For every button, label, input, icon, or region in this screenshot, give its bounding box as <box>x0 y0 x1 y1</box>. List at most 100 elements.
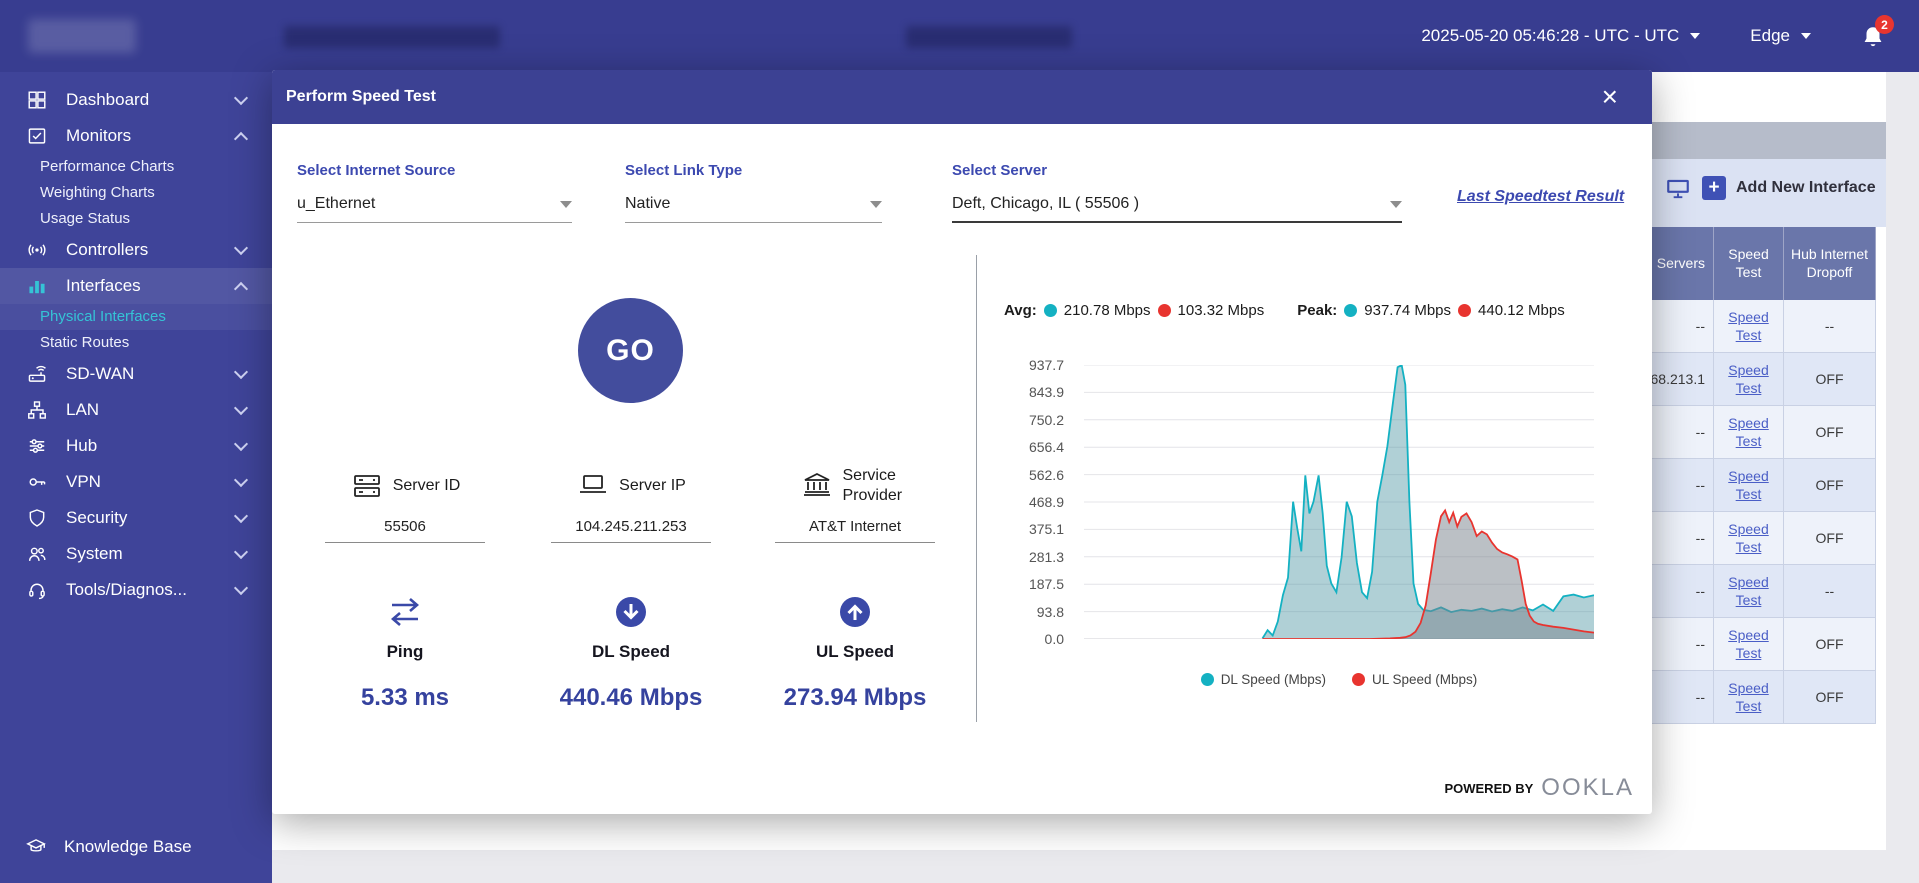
sidebar-item-monitors[interactable]: Monitors <box>0 118 272 154</box>
chevron-down-icon <box>234 241 248 255</box>
sidebar-item-static-routes[interactable]: Static Routes <box>0 330 272 356</box>
legend-ul: UL Speed (Mbps) <box>1352 672 1477 687</box>
dl-speed-block: DL Speed 440.46 Mbps <box>536 594 726 712</box>
speed-test-link[interactable]: Speed Test <box>1714 573 1783 609</box>
speed-test-link[interactable]: Speed Test <box>1714 520 1783 556</box>
internet-source-select-group: Select Internet Source u_Ethernet <box>297 162 572 223</box>
server-icon <box>350 471 384 501</box>
avg-ul-value: 103.32 Mbps <box>1178 302 1265 319</box>
sidebar-item-physical-interfaces[interactable]: Physical Interfaces <box>0 304 272 330</box>
sidebar-item-tools-diagnostics[interactable]: Tools/Diagnos... <box>0 572 272 608</box>
chevron-down-icon <box>234 437 248 451</box>
peak-label: Peak: <box>1297 302 1337 319</box>
dashboard-icon <box>26 90 48 110</box>
close-icon[interactable]: × <box>1602 83 1618 111</box>
plus-icon: + <box>1708 177 1719 199</box>
sidebar-item-controllers[interactable]: Controllers <box>0 232 272 268</box>
sidebar-item-security[interactable]: Security <box>0 500 272 536</box>
speed-test-link[interactable]: Speed Test <box>1714 626 1783 662</box>
chart-y-axis: 937.7843.9750.2656.4562.6468.9375.1281.3… <box>998 365 1074 639</box>
app-root: + Add New Interface Servers Speed Test H… <box>0 0 1919 883</box>
add-new-interface-label[interactable]: Add New Interface <box>1736 179 1876 197</box>
legend-dl: DL Speed (Mbps) <box>1201 672 1326 687</box>
upload-icon <box>835 594 875 630</box>
dl-speed-label: DL Speed <box>536 642 726 662</box>
chevron-down-icon <box>234 509 248 523</box>
chevron-up-icon <box>234 131 248 145</box>
sidebar-item-dashboard[interactable]: Dashboard <box>0 82 272 118</box>
hub-dropoff-cell: OFF <box>1784 512 1876 565</box>
speed-test-modal: Perform Speed Test × Select Internet Sou… <box>272 70 1652 814</box>
chevron-down-icon <box>234 91 248 105</box>
speed-chart <box>1084 365 1594 639</box>
chevron-down-icon <box>1801 33 1811 39</box>
timezone-selector[interactable]: 2025-05-20 05:46:28 - UTC - UTC <box>1421 26 1700 46</box>
chevron-down-icon <box>234 473 248 487</box>
go-button[interactable]: GO <box>578 298 683 403</box>
ping-label: Ping <box>310 642 500 662</box>
avg-label: Avg: <box>1004 302 1037 319</box>
sidebar-item-hub[interactable]: Hub <box>0 428 272 464</box>
vertical-divider <box>976 255 977 722</box>
ping-value: 5.33 ms <box>310 684 500 712</box>
speed-test-link[interactable]: Speed Test <box>1714 467 1783 503</box>
service-provider-block: Service Provider AT&T Internet <box>760 464 950 543</box>
speed-test-link[interactable]: Speed Test <box>1714 308 1783 344</box>
chevron-down-icon <box>234 365 248 379</box>
sidebar-item-sd-wan[interactable]: SD-WAN <box>0 356 272 392</box>
redacted-text-2 <box>906 26 1072 48</box>
app-logo <box>28 19 136 53</box>
speed-test-link[interactable]: Speed Test <box>1714 414 1783 450</box>
link-type-select[interactable]: Native <box>625 195 882 223</box>
ping-block: Ping 5.33 ms <box>310 594 500 712</box>
headset-icon <box>26 580 48 600</box>
server-ip-block: Server IP 104.245.211.253 <box>536 464 726 543</box>
dl-speed-value: 440.46 Mbps <box>536 684 726 712</box>
sidebar-item-system[interactable]: System <box>0 536 272 572</box>
chevron-down-icon <box>1690 33 1700 39</box>
users-icon <box>26 544 48 564</box>
hub-dropoff-cell: OFF <box>1784 406 1876 459</box>
select-label: Select Server <box>952 162 1402 179</box>
timestamp-text: 2025-05-20 05:46:28 - UTC - UTC <box>1421 26 1679 46</box>
powered-by-label: POWERED BY <box>1444 781 1533 796</box>
knowledge-base-icon <box>26 837 46 857</box>
service-provider-label: Service Provider <box>843 466 911 506</box>
sd-wan-icon <box>26 364 48 384</box>
top-header: 2025-05-20 05:46:28 - UTC - UTC Edge 2 <box>0 0 1919 72</box>
ul-speed-label: UL Speed <box>760 642 950 662</box>
vpn-key-icon <box>26 472 48 492</box>
select-label: Select Internet Source <box>297 162 572 179</box>
laptop-icon <box>576 471 610 501</box>
sidebar-item-knowledge-base[interactable]: Knowledge Base <box>0 829 272 865</box>
sidebar-item-usage-status[interactable]: Usage Status <box>0 206 272 232</box>
speed-test-link[interactable]: Speed Test <box>1714 679 1783 715</box>
peak-dl-value: 937.74 Mbps <box>1364 302 1451 319</box>
speed-test-link[interactable]: Speed Test <box>1714 361 1783 397</box>
sidebar-item-performance-charts[interactable]: Performance Charts <box>0 154 272 180</box>
server-id-block: Server ID 55506 <box>310 464 500 543</box>
sidebar-item-vpn[interactable]: VPN <box>0 464 272 500</box>
server-id-label: Server ID <box>393 476 461 496</box>
notifications-button[interactable]: 2 <box>1861 25 1885 51</box>
server-select[interactable]: Deft, Chicago, IL ( 55506 ) <box>952 195 1402 223</box>
ping-icon <box>385 594 425 630</box>
column-settings-button[interactable] <box>1664 176 1692 200</box>
last-speedtest-result-link[interactable]: Last Speedtest Result <box>1457 188 1624 206</box>
monitors-icon <box>26 126 48 146</box>
sidebar-item-weighting-charts[interactable]: Weighting Charts <box>0 180 272 206</box>
edge-label: Edge <box>1750 26 1790 46</box>
dropdown-caret-icon <box>870 201 882 208</box>
add-new-interface-button[interactable]: + <box>1702 176 1726 200</box>
internet-source-select[interactable]: u_Ethernet <box>297 195 572 223</box>
sidebar-item-interfaces[interactable]: Interfaces <box>0 268 272 304</box>
sidebar-item-lan[interactable]: LAN <box>0 392 272 428</box>
chevron-up-icon <box>234 281 248 295</box>
edge-selector[interactable]: Edge <box>1750 26 1811 46</box>
select-label: Select Link Type <box>625 162 882 179</box>
controllers-icon <box>26 240 48 260</box>
lan-icon <box>26 400 48 420</box>
modal-title: Perform Speed Test <box>286 88 436 106</box>
chevron-down-icon <box>234 401 248 415</box>
hub-dropoff-cell: -- <box>1784 565 1876 618</box>
